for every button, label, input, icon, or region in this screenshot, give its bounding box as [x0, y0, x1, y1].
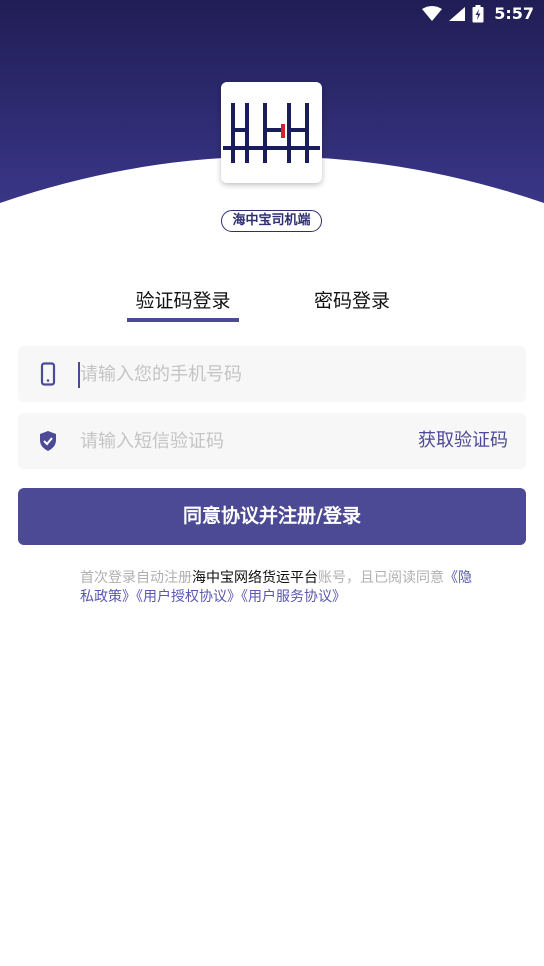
agreement-text: 首次登录自动注册海中宝网络货运平台账号，且已阅读同意《隐私政策》《用户授权协议》…: [80, 569, 480, 607]
sms-code-input[interactable]: [80, 413, 400, 469]
agree-and-login-button[interactable]: 同意协议并注册/登录: [18, 488, 526, 545]
shield-check-icon: [40, 431, 56, 451]
status-time: 5:57: [494, 4, 534, 23]
battery-icon: [472, 4, 484, 22]
active-tab-indicator: [127, 318, 239, 322]
status-bar: 5:57: [0, 0, 544, 28]
wifi-icon: [422, 5, 443, 21]
code-field-row: 获取验证码: [18, 413, 526, 469]
app-name-badge: 海中宝司机端: [221, 210, 322, 232]
agreement-prefix: 首次登录自动注册: [80, 570, 192, 586]
get-code-button[interactable]: 获取验证码: [418, 413, 508, 469]
phone-input[interactable]: [80, 346, 400, 402]
signal-icon: [449, 6, 466, 21]
service-agreement-link[interactable]: 《用户服务协议》: [241, 589, 346, 605]
tab-password-login[interactable]: 密码登录: [296, 286, 408, 326]
platform-name: 海中宝网络货运平台: [192, 570, 318, 586]
phone-field-row: [18, 346, 526, 402]
authorization-agreement-link[interactable]: 《用户授权协议》: [136, 589, 241, 605]
app-logo: [221, 82, 322, 183]
phone-icon: [40, 362, 56, 386]
agreement-middle: 账号，且已阅读同意: [318, 570, 444, 586]
login-tabs: 验证码登录 密码登录: [0, 286, 544, 326]
